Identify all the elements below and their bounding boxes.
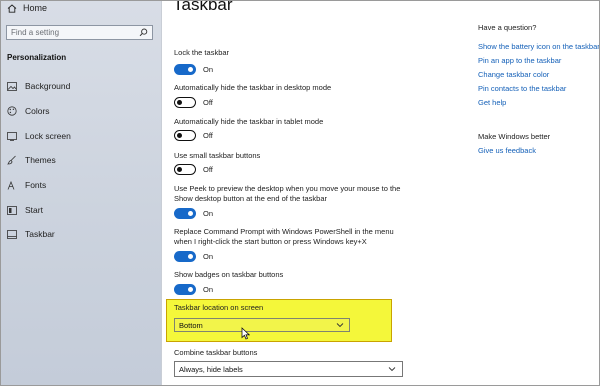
toggle-switch[interactable]	[174, 130, 196, 141]
sidebar-item-label: Lock screen	[25, 131, 71, 141]
setting-label: Automatically hide the taskbar in tablet…	[174, 117, 324, 126]
toggle-state: Off	[203, 131, 213, 140]
image-icon	[6, 81, 17, 92]
home-label: Home	[23, 3, 48, 13]
lock-taskbar-toggle[interactable]: On	[174, 64, 213, 75]
sidebar-item-themes[interactable]: Themes	[1, 149, 161, 171]
autohide-tablet-toggle[interactable]: Off	[174, 130, 213, 141]
palette-icon	[6, 106, 17, 117]
sidebar-item-label: Colors	[25, 106, 50, 116]
setting-label-line1: Use Peek to preview the desktop when you…	[174, 184, 401, 193]
dropdown-value: Always, hide labels	[179, 365, 243, 374]
sidebar-item-fonts[interactable]: Fonts	[1, 174, 161, 196]
peek-toggle[interactable]: On	[174, 208, 213, 219]
sidebar-item-label: Background	[25, 81, 71, 91]
chevron-down-icon	[388, 367, 396, 372]
taskbar-location-highlight: Taskbar location on screen Bottom	[166, 299, 392, 342]
search-icon	[139, 28, 148, 37]
toggle-switch[interactable]	[174, 97, 196, 108]
sidebar-item-lock-screen[interactable]: Lock screen	[1, 125, 161, 147]
search-input[interactable]: Find a setting	[6, 25, 153, 40]
toggle-switch[interactable]	[174, 64, 196, 75]
taskbar-location-label: Taskbar location on screen	[174, 303, 264, 312]
toggle-state: Off	[203, 98, 213, 107]
chevron-down-icon	[336, 323, 344, 328]
toggle-state: On	[203, 65, 214, 74]
sidebar-item-label: Start	[25, 205, 43, 215]
home-link[interactable]: Home	[7, 3, 47, 13]
search-placeholder: Find a setting	[11, 28, 60, 37]
taskbar-location-dropdown[interactable]: Bottom	[174, 318, 350, 332]
toggle-switch[interactable]	[174, 208, 196, 219]
combine-buttons-label: Combine taskbar buttons	[174, 348, 258, 357]
sidebar-item-background[interactable]: Background	[1, 75, 161, 97]
sidebar-item-colors[interactable]: Colors	[1, 100, 161, 122]
setting-label: Lock the taskbar	[174, 48, 230, 57]
small-buttons-toggle[interactable]: Off	[174, 164, 213, 175]
help-link[interactable]: Pin an app to the taskbar	[478, 56, 561, 65]
settings-window: Home Find a setting Personalization Back…	[0, 0, 600, 386]
toggle-state: On	[203, 209, 214, 218]
toggle-state: On	[203, 252, 214, 261]
badges-toggle[interactable]: On	[174, 284, 213, 295]
help-link[interactable]: Change taskbar color	[478, 70, 549, 79]
sidebar-item-label: Taskbar	[25, 229, 55, 239]
setting-label: Automatically hide the taskbar in deskto…	[174, 83, 332, 92]
question-heading: Have a question?	[478, 23, 537, 32]
get-help-link[interactable]: Get help	[478, 98, 506, 107]
sidebar: Home Find a setting Personalization Back…	[1, 1, 162, 385]
mouse-cursor-icon	[241, 327, 250, 340]
combine-buttons-dropdown[interactable]: Always, hide labels	[174, 361, 403, 377]
toggle-switch[interactable]	[174, 251, 196, 262]
autohide-desktop-toggle[interactable]: Off	[174, 97, 213, 108]
setting-label: Show badges on taskbar buttons	[174, 270, 284, 279]
home-icon	[7, 3, 17, 13]
toggle-state: On	[203, 285, 214, 294]
dropdown-value: Bottom	[179, 321, 203, 330]
sidebar-item-taskbar[interactable]: Taskbar	[1, 223, 161, 245]
lock-screen-icon	[6, 131, 17, 142]
help-link[interactable]: Show the battery icon on the taskbar	[478, 42, 599, 51]
page-title: Taskbar	[173, 0, 233, 14]
start-icon	[6, 205, 17, 216]
powershell-toggle[interactable]: On	[174, 251, 213, 262]
sidebar-item-label: Fonts	[25, 180, 47, 190]
section-heading: Personalization	[7, 53, 67, 62]
brush-icon	[6, 155, 17, 166]
feedback-link[interactable]: Give us feedback	[478, 146, 536, 155]
setting-label-line1: Replace Command Prompt with Windows Powe…	[174, 227, 394, 236]
sidebar-item-label: Themes	[25, 155, 56, 165]
toggle-switch[interactable]	[174, 284, 196, 295]
setting-label-line2: when I right-click the start button or p…	[174, 237, 367, 246]
sidebar-item-start[interactable]: Start	[1, 199, 161, 221]
toggle-switch[interactable]	[174, 164, 196, 175]
setting-label: Use small taskbar buttons	[174, 151, 261, 160]
toggle-state: Off	[203, 165, 213, 174]
feedback-heading: Make Windows better	[478, 132, 551, 141]
taskbar-icon	[6, 229, 17, 240]
setting-label-line2: Show desktop button at the end of the ta…	[174, 194, 328, 203]
font-icon	[6, 180, 17, 191]
help-link[interactable]: Pin contacts to the taskbar	[478, 84, 566, 93]
